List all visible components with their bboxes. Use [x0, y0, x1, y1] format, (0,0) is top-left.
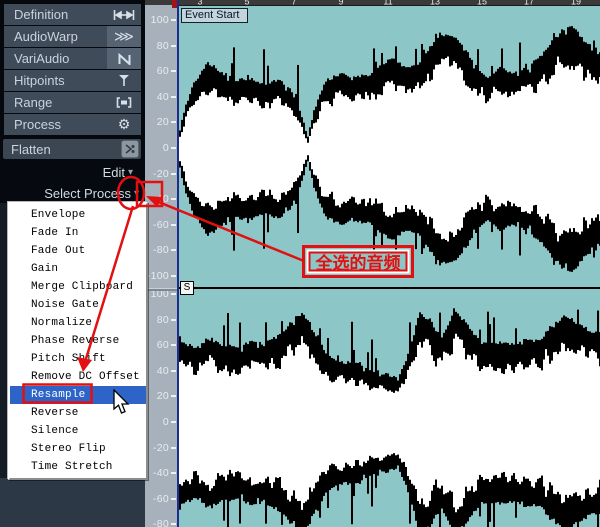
sidebar-item-range[interactable]: Range	[4, 92, 141, 113]
ruler-label: 9	[338, 0, 343, 7]
scale-tick-channel1: 40	[145, 91, 177, 103]
menu-item-silence[interactable]: Silence	[10, 422, 146, 440]
menu-item-envelope[interactable]: Envelope	[10, 206, 146, 224]
scale-tick-channel1: 80	[145, 40, 177, 52]
sidebar-lower-panel	[0, 478, 145, 527]
menu-item-fade-out[interactable]: Fade Out	[10, 242, 146, 260]
sidebar-item-label: Hitpoints	[4, 73, 107, 88]
event-start-label: Event Start	[181, 8, 248, 23]
chevron-down-icon: ▾	[134, 188, 139, 199]
menu-item-normalize[interactable]: Normalize	[10, 314, 146, 332]
scale-tick-channel2: 0	[145, 416, 177, 428]
menu-item-phase-reverse[interactable]: Phase Reverse	[10, 332, 146, 350]
scale-tick-channel1: -100	[145, 270, 177, 282]
menu-item-gain[interactable]: Gain	[10, 260, 146, 278]
edit-dropdown-label: Edit	[103, 165, 125, 180]
scale-tick-channel2: 40	[145, 365, 177, 377]
select-process-label: Select Process	[44, 186, 131, 201]
sidebar-item-hitpoints[interactable]: Hitpoints	[4, 70, 141, 91]
menu-item-fade-in[interactable]: Fade In	[10, 224, 146, 242]
menu-item-time-stretch[interactable]: Time Stretch	[10, 458, 146, 476]
process-tab-panel: Flatten Edit ▾ Select Process ▾	[0, 136, 145, 203]
ruler-label: 17	[524, 0, 534, 7]
waveform-canvas: 3 5 7 9 11 13 15 17 19	[179, 0, 600, 527]
sidebar-item-label: Definition	[4, 7, 107, 22]
scale-tick-channel1: 60	[145, 65, 177, 77]
scale-tick-channel2: -60	[145, 493, 177, 505]
sidebar-item-label: AudioWarp	[4, 29, 107, 44]
scale-tick-channel2: -20	[145, 442, 177, 454]
chevron-down-icon: ▾	[128, 167, 133, 178]
flatten-label: Flatten	[3, 142, 121, 157]
scale-channel-divider	[145, 288, 177, 291]
snap-point-marker[interactable]: S	[180, 281, 194, 295]
menu-item-noise-gate[interactable]: Noise Gate	[10, 296, 146, 314]
scale-tick-channel1: 100	[145, 14, 177, 26]
scale-tick-channel1: -60	[145, 219, 177, 231]
scale-tick-channel1: 0	[145, 142, 177, 154]
menu-item-stereo-flip[interactable]: Stereo Flip	[10, 440, 146, 458]
ruler-label: 7	[291, 0, 296, 7]
scale-tick-channel2: 80	[145, 314, 177, 326]
ruler-label: 15	[477, 0, 487, 7]
ruler-label: 13	[430, 0, 440, 7]
scale-tick-channel2: -40	[145, 467, 177, 479]
sidebar-item-process[interactable]: Process⚙	[4, 114, 141, 135]
audiowarp-icon[interactable]: ⋙	[107, 26, 141, 47]
flatten-icon[interactable]	[121, 140, 139, 158]
flatten-button[interactable]: Flatten	[3, 139, 141, 159]
scale-tick-channel2: -80	[145, 518, 177, 527]
sidebar-item-audiowarp[interactable]: AudioWarp⋙	[4, 26, 141, 47]
ruler-label: 3	[197, 0, 202, 7]
scale-tick-channel2: 60	[145, 339, 177, 351]
range-icon[interactable]	[107, 92, 141, 113]
menu-item-remove-dc-offset[interactable]: Remove DC Offset	[10, 368, 146, 386]
menu-item-merge-clipboard[interactable]: Merge Clipboard	[10, 278, 146, 296]
scale-tick-channel1: -40	[145, 193, 177, 205]
hitpoints-icon[interactable]	[107, 70, 141, 91]
variaudio-icon[interactable]	[107, 48, 141, 69]
sample-editor-window: 3 5 7 9 11 13 15 17 19 Event Start S 100 80 60 40 20…	[0, 0, 600, 527]
select-process-dropdown[interactable]: Select Process ▾	[44, 184, 139, 202]
scale-tick-channel2: 20	[145, 390, 177, 402]
amplitude-scale[interactable]: 100806040200-20-40-60-80-100100806040200…	[145, 5, 177, 527]
sidebar-item-label: Range	[4, 95, 107, 110]
scale-tick-channel1: -80	[145, 244, 177, 256]
sidebar-item-definition[interactable]: Definition	[4, 4, 141, 25]
process-gear-icon[interactable]: ⚙	[107, 114, 141, 135]
mouse-cursor-icon	[112, 389, 131, 421]
sidebar-item-label: VariAudio	[4, 51, 107, 66]
scale-tick-channel1: 20	[145, 116, 177, 128]
sidebar-item-label: Process	[4, 117, 107, 132]
sidebar-item-variaudio[interactable]: VariAudio	[4, 48, 141, 69]
menu-item-pitch-shift[interactable]: Pitch Shift	[10, 350, 146, 368]
process-context-menu: EnvelopeFade InFade OutGainMerge Clipboa…	[8, 202, 148, 480]
waveform-display[interactable]: 3 5 7 9 11 13 15 17 19 Event Start S	[177, 0, 600, 527]
definition-icon[interactable]	[107, 4, 141, 25]
edit-dropdown[interactable]: Edit ▾	[103, 163, 133, 181]
ruler-label: 19	[571, 0, 581, 7]
ruler-label: 5	[244, 0, 249, 7]
scale-tick-channel1: -20	[145, 168, 177, 180]
ruler-label: 11	[383, 0, 392, 7]
